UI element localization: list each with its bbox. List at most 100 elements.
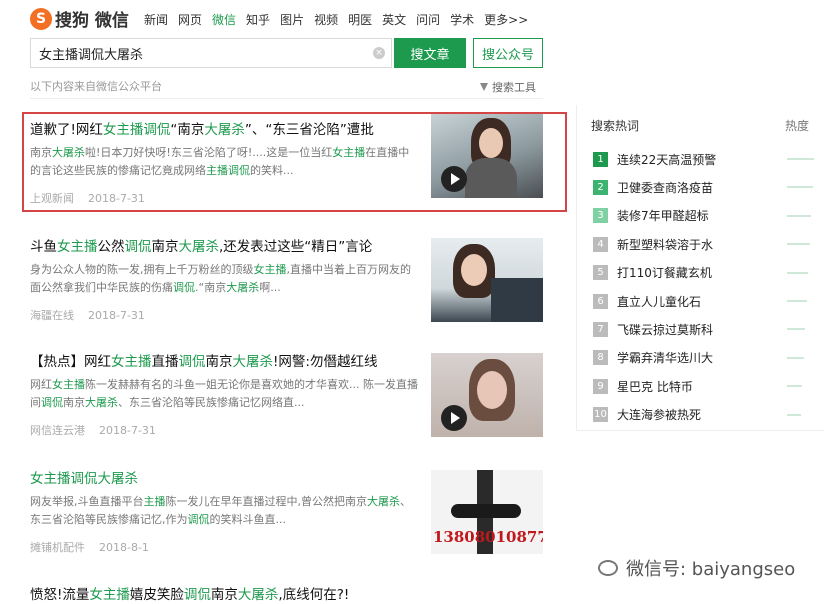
keyword-highlight: 女主播调侃大屠杀 bbox=[30, 471, 138, 487]
text-segment: 南京 bbox=[210, 587, 238, 603]
result-thumbnail[interactable]: 13808010877 bbox=[431, 470, 543, 554]
nav-item[interactable]: 明医 bbox=[348, 11, 372, 28]
hot-search-label: 装修7年甲醛超标 bbox=[617, 209, 709, 224]
text-segment: “南京 bbox=[170, 122, 205, 138]
text-segment: 直播 bbox=[151, 354, 179, 370]
heat-bar bbox=[787, 413, 801, 416]
keyword-highlight: 大屠杀 bbox=[232, 354, 274, 370]
nav-item[interactable]: 视频 bbox=[314, 11, 338, 28]
clear-icon[interactable]: × bbox=[373, 47, 385, 59]
heat-bar bbox=[787, 243, 810, 246]
nav-item[interactable]: 更多>> bbox=[484, 11, 528, 28]
heat-bar bbox=[787, 158, 814, 160]
result-date: 2018-8-1 bbox=[99, 541, 149, 554]
result-thumbnail[interactable] bbox=[431, 114, 543, 198]
text-segment: 愤怒!流量 bbox=[30, 587, 90, 603]
nav-item[interactable]: 网页 bbox=[178, 11, 202, 28]
rank-badge: 10 bbox=[593, 407, 608, 423]
text-segment: 【热点】网红 bbox=[30, 354, 111, 370]
keyword-highlight: 女主播 bbox=[52, 378, 85, 391]
keyword-highlight: 大屠杀 bbox=[178, 239, 220, 255]
heat-bar bbox=[787, 214, 811, 217]
keyword-highlight: 大屠杀 bbox=[85, 396, 118, 409]
hot-search-item[interactable]: 1 连续22天高温预警 bbox=[593, 145, 823, 173]
hot-search-sidebar: 搜索热词 热度 1 连续22天高温预警 2 卫健委查商洛疫苗 3 装修7年甲醛超标 4 新型塑… bbox=[576, 105, 824, 431]
rank-badge: 3 bbox=[593, 208, 608, 224]
keyword-highlight: 主播 bbox=[143, 495, 166, 508]
heat-bar bbox=[787, 299, 807, 302]
text-segment: 网友举报,斗鱼直播平台 bbox=[30, 495, 144, 508]
hot-search-item[interactable]: 2 卫健委查商洛疫苗 bbox=[593, 173, 823, 201]
nav-item[interactable]: 学术 bbox=[450, 11, 474, 28]
result-item: 斗鱼女主播公然调侃南京大屠杀,还发表过这些“精日”言论 身为公众人物的陈一发,拥… bbox=[30, 235, 545, 323]
nav-item[interactable]: 图片 bbox=[280, 11, 304, 28]
wechat-icon bbox=[598, 560, 618, 576]
nav-item[interactable]: 知乎 bbox=[246, 11, 270, 28]
search-input[interactable]: 女主播调侃大屠杀 × bbox=[30, 38, 392, 68]
keyword-highlight: 女主播 bbox=[332, 146, 366, 159]
result-title[interactable]: 道歉了!网红女主播调侃“南京大屠杀”、“东三省沦陷”遭批 bbox=[30, 118, 420, 138]
machine-part-image bbox=[451, 504, 521, 518]
hot-search-item[interactable]: 7 飞碟云掠过莫斯科 bbox=[593, 315, 823, 343]
keyword-highlight: 调侃 bbox=[124, 239, 152, 255]
text-segment: 的笑料斗鱼直... bbox=[209, 513, 287, 526]
keyword-highlight: 女主播 bbox=[111, 354, 152, 370]
play-icon[interactable] bbox=[441, 166, 467, 192]
hot-search-label: 学霸弃清华选川大 bbox=[617, 351, 714, 366]
result-title[interactable]: 愤怒!流量女主播嬉皮笑脸调侃南京大屠杀,底线何在?! bbox=[30, 583, 550, 603]
text-segment: 道歉了!网红 bbox=[30, 122, 103, 138]
filter-icon bbox=[480, 83, 488, 91]
hot-search-label: 卫健委查商洛疫苗 bbox=[617, 181, 714, 196]
heat-bar bbox=[787, 186, 813, 189]
keyword-highlight: 调侃 bbox=[178, 354, 206, 370]
hot-search-item[interactable]: 10 大连海参被热死 bbox=[593, 401, 823, 429]
hot-search-item[interactable]: 4 新型塑料袋溶于水 bbox=[593, 230, 823, 258]
hot-search-item[interactable]: 5 打110订餐藏玄机 bbox=[593, 259, 823, 287]
search-tools-button[interactable]: 搜索工具 bbox=[480, 79, 536, 95]
result-item: 【热点】网红女主播直播调侃南京大屠杀!网警:勿僭越红线 网红女主播陈一发赫赫有名… bbox=[30, 350, 545, 438]
nav-item[interactable]: 英文 bbox=[382, 11, 406, 28]
sogou-logo[interactable]: S 搜狗 微信 bbox=[30, 6, 129, 31]
keyword-highlight: 女主播 bbox=[89, 587, 130, 603]
text-segment: 南京 bbox=[205, 354, 233, 370]
wechat-watermark: 微信号: baiyangseo bbox=[598, 555, 795, 581]
result-source[interactable]: 网信连云港 bbox=[30, 424, 85, 437]
result-title[interactable]: 【热点】网红女主播直播调侃南京大屠杀!网警:勿僭越红线 bbox=[30, 350, 420, 370]
rank-badge: 8 bbox=[593, 350, 608, 366]
result-thumbnail[interactable] bbox=[431, 238, 543, 322]
nav-item[interactable]: 微信 bbox=[212, 11, 236, 28]
result-source[interactable]: 上观新闻 bbox=[30, 192, 74, 205]
result-snippet: 网友举报,斗鱼直播平台主播陈一发儿在早年直播过程中,曾公然把南京大屠杀、东三省沦… bbox=[30, 493, 418, 529]
hot-search-item[interactable]: 8 学霸弃清华选川大 bbox=[593, 344, 823, 372]
result-snippet: 身为公众人物的陈一发,拥有上千万粉丝的顶级女主播,直播中当着上百万网友的面公然拿… bbox=[30, 261, 418, 297]
result-title[interactable]: 斗鱼女主播公然调侃南京大屠杀,还发表过这些“精日”言论 bbox=[30, 235, 420, 255]
nav-item[interactable]: 新闻 bbox=[144, 11, 168, 28]
result-date: 2018-7-31 bbox=[88, 309, 145, 322]
hot-search-label: 飞碟云掠过莫斯科 bbox=[617, 323, 714, 338]
result-source[interactable]: 海疆在线 bbox=[30, 309, 74, 322]
search-query: 女主播调侃大屠杀 bbox=[39, 47, 144, 63]
search-accounts-button[interactable]: 搜公众号 bbox=[473, 38, 543, 68]
text-segment: 身为公众人物的陈一发,拥有上千万粉丝的顶级 bbox=[30, 263, 254, 276]
keyword-highlight: 大屠杀 bbox=[204, 122, 245, 138]
keyword-highlight: 大屠杀 bbox=[52, 146, 85, 159]
heat-bar bbox=[787, 271, 808, 274]
nav-item[interactable]: 问问 bbox=[416, 11, 440, 28]
result-thumbnail[interactable] bbox=[431, 353, 543, 437]
result-item: 愤怒!流量女主播嬉皮笑脸调侃南京大屠杀,底线何在?! bbox=[30, 583, 545, 603]
hot-search-item[interactable]: 9 星巴克 比特币 bbox=[593, 372, 823, 400]
hot-search-list: 1 连续22天高温预警 2 卫健委查商洛疫苗 3 装修7年甲醛超标 4 新型塑料袋溶于水 5 打1… bbox=[593, 145, 823, 429]
text-segment: 啊... bbox=[259, 281, 281, 294]
result-title[interactable]: 女主播调侃大屠杀 bbox=[30, 467, 420, 487]
result-date: 2018-7-31 bbox=[88, 192, 145, 205]
search-articles-button[interactable]: 搜文章 bbox=[394, 38, 466, 68]
hot-search-item[interactable]: 3 装修7年甲醛超标 bbox=[593, 202, 823, 230]
hot-search-label: 星巴克 比特币 bbox=[617, 379, 693, 394]
hot-search-item[interactable]: 6 直立人儿童化石 bbox=[593, 287, 823, 315]
rank-badge: 6 bbox=[593, 293, 608, 309]
text-segment: 南京 bbox=[151, 239, 179, 255]
text-segment: .“南京 bbox=[195, 281, 227, 294]
result-source[interactable]: 摊铺机配件 bbox=[30, 541, 85, 554]
keyword-highlight: 大屠杀 bbox=[226, 281, 260, 294]
play-icon[interactable] bbox=[441, 405, 467, 431]
